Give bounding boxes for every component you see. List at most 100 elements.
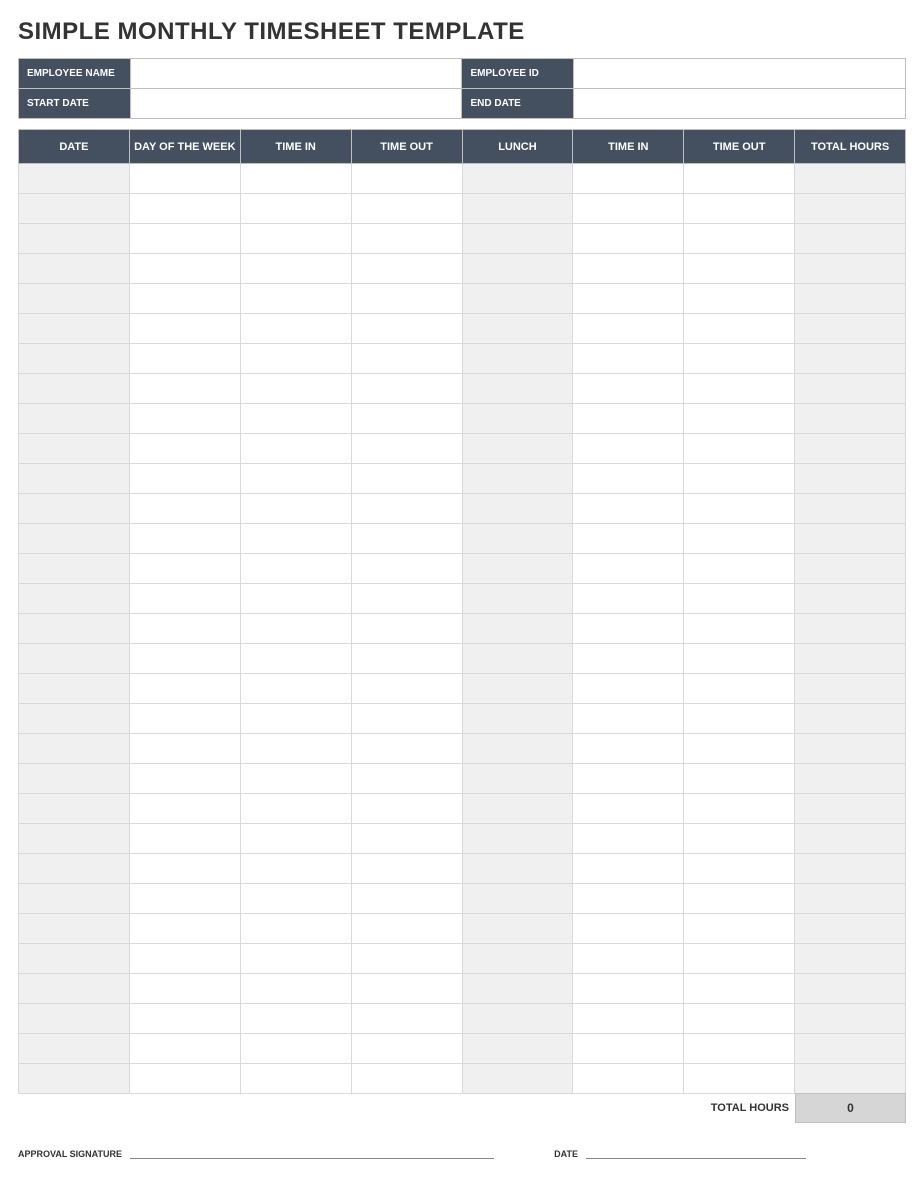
table-cell[interactable] [684,644,795,674]
table-cell[interactable] [462,494,573,524]
table-cell[interactable] [240,344,351,374]
table-cell[interactable] [795,584,906,614]
table-cell[interactable] [19,404,130,434]
table-cell[interactable] [462,164,573,194]
table-cell[interactable] [462,614,573,644]
table-cell[interactable] [684,1004,795,1034]
table-cell[interactable] [462,884,573,914]
table-cell[interactable] [462,584,573,614]
table-cell[interactable] [129,194,240,224]
table-cell[interactable] [19,584,130,614]
table-cell[interactable] [795,254,906,284]
table-cell[interactable] [129,704,240,734]
table-cell[interactable] [240,734,351,764]
table-cell[interactable] [19,644,130,674]
table-cell[interactable] [573,344,684,374]
table-cell[interactable] [129,1034,240,1064]
table-cell[interactable] [240,1034,351,1064]
table-cell[interactable] [684,824,795,854]
table-cell[interactable] [351,254,462,284]
table-cell[interactable] [573,764,684,794]
table-cell[interactable] [19,854,130,884]
table-cell[interactable] [573,164,684,194]
table-cell[interactable] [19,434,130,464]
employee-id-input[interactable] [574,59,906,89]
table-cell[interactable] [351,374,462,404]
table-cell[interactable] [795,404,906,434]
table-cell[interactable] [573,884,684,914]
table-cell[interactable] [19,314,130,344]
table-cell[interactable] [129,614,240,644]
table-cell[interactable] [684,974,795,1004]
table-cell[interactable] [573,854,684,884]
table-cell[interactable] [19,1064,130,1094]
table-cell[interactable] [684,494,795,524]
table-cell[interactable] [129,554,240,584]
table-cell[interactable] [795,674,906,704]
table-cell[interactable] [129,764,240,794]
table-cell[interactable] [573,584,684,614]
table-cell[interactable] [351,674,462,704]
table-cell[interactable] [573,1004,684,1034]
table-cell[interactable] [795,644,906,674]
table-cell[interactable] [240,674,351,704]
table-cell[interactable] [129,884,240,914]
table-cell[interactable] [19,674,130,704]
table-cell[interactable] [795,884,906,914]
table-cell[interactable] [129,404,240,434]
table-cell[interactable] [129,464,240,494]
table-cell[interactable] [129,794,240,824]
table-cell[interactable] [795,194,906,224]
table-cell[interactable] [462,944,573,974]
table-cell[interactable] [684,434,795,464]
table-cell[interactable] [684,794,795,824]
table-cell[interactable] [573,644,684,674]
table-cell[interactable] [462,734,573,764]
table-cell[interactable] [795,164,906,194]
table-cell[interactable] [462,914,573,944]
table-cell[interactable] [240,404,351,434]
table-cell[interactable] [240,164,351,194]
table-cell[interactable] [462,1064,573,1094]
table-cell[interactable] [573,434,684,464]
table-cell[interactable] [684,1064,795,1094]
table-cell[interactable] [795,1034,906,1064]
table-cell[interactable] [351,1034,462,1064]
table-cell[interactable] [573,314,684,344]
table-cell[interactable] [129,434,240,464]
table-cell[interactable] [351,884,462,914]
table-cell[interactable] [573,614,684,644]
table-cell[interactable] [129,254,240,284]
table-cell[interactable] [573,794,684,824]
table-cell[interactable] [129,824,240,854]
table-cell[interactable] [351,824,462,854]
table-cell[interactable] [240,554,351,584]
employee-name-input[interactable] [130,59,462,89]
table-cell[interactable] [240,794,351,824]
table-cell[interactable] [240,434,351,464]
table-cell[interactable] [19,524,130,554]
table-cell[interactable] [129,854,240,884]
table-cell[interactable] [351,1004,462,1034]
table-cell[interactable] [19,884,130,914]
table-cell[interactable] [573,254,684,284]
table-cell[interactable] [351,584,462,614]
table-cell[interactable] [351,464,462,494]
table-cell[interactable] [573,944,684,974]
table-cell[interactable] [684,284,795,314]
table-cell[interactable] [573,1034,684,1064]
table-cell[interactable] [351,494,462,524]
table-cell[interactable] [240,314,351,344]
table-cell[interactable] [19,734,130,764]
table-cell[interactable] [351,554,462,584]
table-cell[interactable] [573,974,684,1004]
table-cell[interactable] [351,704,462,734]
table-cell[interactable] [462,314,573,344]
table-cell[interactable] [351,944,462,974]
table-cell[interactable] [795,914,906,944]
table-cell[interactable] [19,794,130,824]
table-cell[interactable] [19,944,130,974]
table-cell[interactable] [129,374,240,404]
table-cell[interactable] [351,164,462,194]
table-cell[interactable] [684,914,795,944]
